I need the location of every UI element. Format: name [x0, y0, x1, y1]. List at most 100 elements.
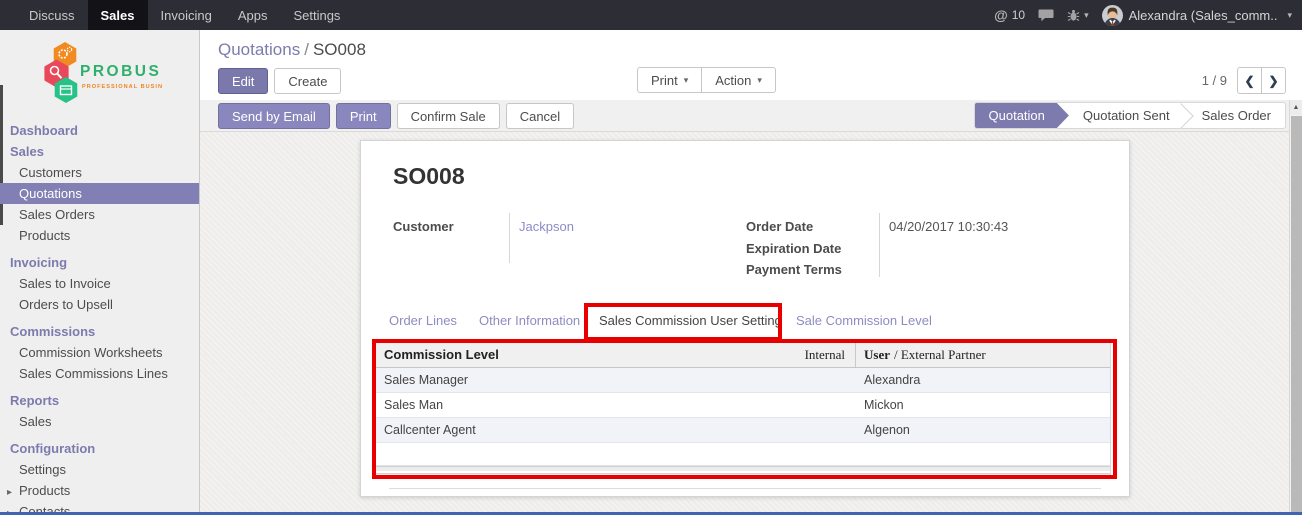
menu-invoicing[interactable]: Invoicing	[148, 0, 225, 30]
breadcrumb-current: SO008	[312, 40, 366, 59]
cell-user: Alexandra	[864, 373, 921, 387]
tab-sale-commission-level[interactable]: Sale Commission Level	[796, 306, 932, 336]
action-label: Action	[715, 72, 752, 88]
debug-bug-icon[interactable]: ▾	[1067, 9, 1089, 22]
menu-settings[interactable]: Settings	[280, 0, 353, 30]
header-cell-commission-level: Commission Level Internal	[374, 343, 856, 367]
caret-down-icon: ▾	[757, 74, 762, 85]
logo-subtitle: PROFESSIONAL BUSINESS	[82, 84, 162, 90]
scroll-up-button[interactable]: ▲	[1290, 100, 1302, 115]
order-date-value: 04/20/2017 10:30:43	[889, 219, 1009, 234]
empty-row	[374, 443, 1110, 466]
table-row[interactable]: Callcenter Agent Algenon	[374, 418, 1110, 443]
status-quotation-sent[interactable]: Quotation Sent	[1069, 103, 1184, 128]
table-row[interactable]: Sales Manager Alexandra	[374, 368, 1110, 393]
internal-header: Internal	[804, 347, 845, 362]
scrollbar[interactable]: ▲	[1289, 100, 1302, 515]
messages-icon[interactable]	[1038, 9, 1054, 22]
sidebar-item-quotations[interactable]: Quotations	[0, 183, 199, 204]
commission-level-header: Commission Level	[384, 347, 499, 362]
user-menu[interactable]: Alexandra (Sales_comm.. ▾	[1101, 4, 1292, 26]
sidebar-item-config-products[interactable]: ▸ Products	[0, 480, 199, 501]
status-quotation[interactable]: Quotation	[975, 103, 1069, 128]
tab-sales-commission-user-setting[interactable]: Sales Commission User Setting	[599, 306, 782, 336]
cell-user: Algenon	[864, 423, 910, 437]
tab-order-lines[interactable]: Order Lines	[389, 306, 457, 336]
pager-previous-button[interactable]: ❮	[1237, 67, 1262, 94]
send-by-email-button[interactable]: Send by Email	[218, 103, 330, 129]
expiration-date-label: Expiration Date	[746, 241, 842, 256]
sidebar-item-sales-commissions-lines[interactable]: Sales Commissions Lines	[0, 363, 199, 384]
caret-down-icon: ▾	[683, 74, 689, 85]
menu-apps[interactable]: Apps	[225, 0, 281, 30]
pager-next-button[interactable]: ❯	[1261, 67, 1286, 94]
field-separator	[509, 213, 510, 263]
payment-terms-label: Payment Terms	[746, 262, 842, 277]
sidebar-item-settings[interactable]: Settings	[0, 459, 199, 480]
top-navbar: Discuss Sales Invoicing Apps Settings @ …	[0, 0, 1302, 30]
main-content: Quotations / SO008 Edit Create Print ▾ Acti…	[200, 30, 1302, 515]
sidebar-item-commission-worksheets[interactable]: Commission Worksheets	[0, 342, 199, 363]
sheet-divider	[389, 488, 1101, 489]
mention-at-icon: @	[994, 7, 1008, 23]
logo-title: PROBUSE	[80, 63, 162, 80]
print-label: Print	[651, 72, 678, 88]
probuse-logo[interactable]: PROBUSE PROFESSIONAL BUSINESS	[40, 42, 176, 109]
sidebar-item-sales-to-invoice[interactable]: Sales to Invoice	[0, 273, 199, 294]
form-view-area: SO008 Customer Jackpson Order Date Expir…	[200, 132, 1289, 515]
record-title: SO008	[393, 163, 465, 189]
status-sales-order[interactable]: Sales Order	[1184, 103, 1285, 128]
cell-commission-level: Callcenter Agent	[384, 423, 476, 437]
sidebar-section-invoicing[interactable]: Invoicing	[0, 252, 199, 273]
create-button[interactable]: Create	[274, 68, 342, 94]
sidebar-item-reports-sales[interactable]: Sales	[0, 411, 199, 432]
edit-button[interactable]: Edit	[218, 68, 269, 94]
breadcrumb-quotations-link[interactable]: Quotations	[218, 40, 300, 59]
mention-count: 10	[1011, 8, 1026, 22]
menu-sales[interactable]: Sales	[87, 0, 148, 30]
table-header: Commission Level Internal User / External…	[374, 343, 1110, 368]
user-header: User	[864, 347, 890, 362]
customer-value-link[interactable]: Jackpson	[519, 219, 574, 234]
action-dropdown-button[interactable]: Action ▾	[701, 67, 776, 93]
user-name: Alexandra (Sales_comm..	[1128, 7, 1278, 23]
main-menu: Discuss Sales Invoicing Apps Settings	[16, 0, 353, 30]
action-button-group: Print ▾ Action ▾	[637, 67, 776, 93]
sidebar: PROBUSE PROFESSIONAL BUSINESS Dashboard …	[0, 30, 200, 515]
caret-down-icon: ▾	[1287, 9, 1292, 20]
header-cell-user: User / External Partner	[856, 343, 1110, 367]
sidebar-item-dashboard[interactable]: Dashboard	[0, 120, 199, 141]
control-panel: Quotations / SO008 Edit Create Print ▾ Acti…	[200, 30, 1302, 100]
expand-arrow-icon: ▸	[7, 487, 13, 498]
table-footer-strip	[374, 466, 1110, 477]
sidebar-section-commissions[interactable]: Commissions	[0, 321, 199, 342]
sidebar-item-products[interactable]: Products	[0, 225, 199, 246]
sidebar-section-configuration[interactable]: Configuration	[0, 438, 199, 459]
mentions-counter[interactable]: @ 10	[994, 7, 1025, 23]
print-dropdown-button[interactable]: Print ▾	[637, 67, 703, 93]
sidebar-item-orders-to-upsell[interactable]: Orders to Upsell	[0, 294, 199, 315]
breadcrumb: Quotations / SO008	[218, 40, 366, 60]
sidebar-section-reports[interactable]: Reports	[0, 390, 199, 411]
tab-other-information[interactable]: Other Information	[479, 306, 580, 336]
form-sheet: SO008 Customer Jackpson Order Date Expir…	[360, 140, 1130, 497]
order-date-label: Order Date	[746, 219, 814, 234]
menu-discuss[interactable]: Discuss	[16, 0, 88, 30]
statusbar: Send by Email Print Confirm Sale Cancel …	[200, 100, 1302, 132]
sidebar-section-sales[interactable]: Sales	[0, 141, 199, 162]
sidebar-item-customers[interactable]: Customers	[0, 162, 199, 183]
systray: @ 10 ▾ Alexandra (Sales_comm.. ▾	[994, 0, 1302, 30]
external-partner-header: / External Partner	[894, 347, 986, 362]
avatar	[1101, 4, 1123, 26]
sidebar-item-label: Products	[19, 483, 71, 498]
table-row[interactable]: Sales Man Mickon	[374, 393, 1110, 418]
print-button[interactable]: Print	[335, 103, 391, 129]
cell-user: Mickon	[864, 398, 904, 412]
cancel-button[interactable]: Cancel	[505, 103, 575, 129]
sidebar-nav: Dashboard Sales Customers Quotations Sal…	[0, 120, 199, 515]
scrollbar-thumb[interactable]	[1291, 116, 1302, 515]
sidebar-item-sales-orders[interactable]: Sales Orders	[0, 204, 199, 225]
confirm-sale-button[interactable]: Confirm Sale	[396, 103, 500, 129]
cell-commission-level: Sales Man	[384, 398, 444, 412]
customer-label: Customer	[393, 219, 454, 234]
